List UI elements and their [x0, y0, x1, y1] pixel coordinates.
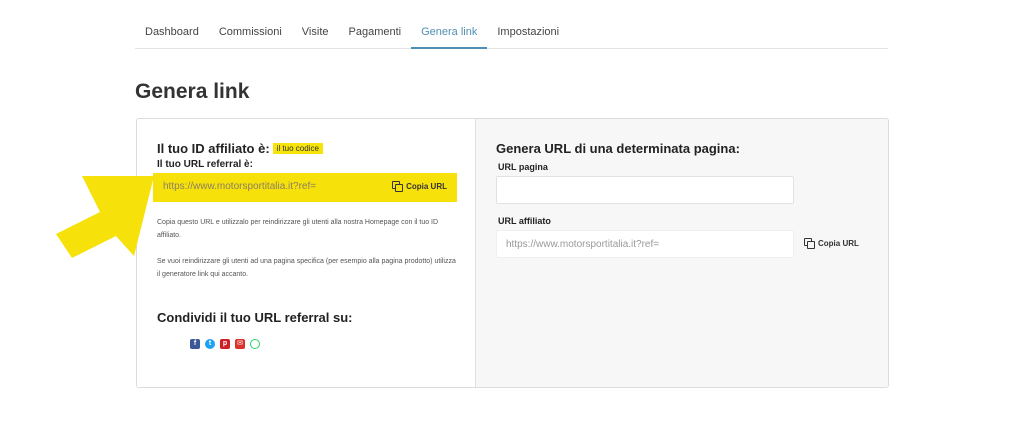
- generator-title: Genera URL di una determinata pagina:: [496, 141, 740, 156]
- tab-genera-link[interactable]: Genera link: [411, 18, 488, 49]
- page-title: Genera link: [135, 80, 250, 103]
- copy-referral-url-label: Copia URL: [406, 181, 447, 191]
- highlight-arrow-icon: [56, 176, 154, 258]
- main-tabs: Dashboard Commissioni Visite Pagamenti G…: [135, 18, 888, 49]
- whatsapp-icon[interactable]: [250, 339, 260, 349]
- referral-url-field[interactable]: https://www.motorsportitalia.it?ref=: [163, 181, 316, 192]
- homepage-help-text: Copia questo URL e utilizzalo per reindi…: [157, 219, 439, 239]
- tab-commissioni[interactable]: Commissioni: [209, 18, 292, 49]
- affiliate-url-field[interactable]: https://www.motorsportitalia.it?ref=: [496, 230, 794, 258]
- specific-page-help-text: Se vuoi reindirizzare gli utenti ad una …: [157, 258, 456, 278]
- social-share-icons: f t p ✉: [190, 339, 260, 349]
- facebook-icon[interactable]: f: [190, 339, 200, 349]
- referral-url-box: https://www.motorsportitalia.it?ref= Cop…: [153, 173, 457, 202]
- tab-visite[interactable]: Visite: [292, 18, 339, 49]
- copy-referral-url-button[interactable]: Copia URL: [392, 181, 447, 192]
- referral-panel: Il tuo ID affiliato è: il tuo codice Il t…: [137, 119, 475, 387]
- twitter-icon[interactable]: t: [205, 339, 215, 349]
- share-title: Condividi il tuo URL referral su:: [157, 310, 353, 325]
- page-url-input[interactable]: [496, 176, 794, 204]
- copy-icon: [392, 181, 404, 192]
- page-url-label: URL pagina: [498, 162, 548, 172]
- tab-dashboard[interactable]: Dashboard: [135, 18, 209, 49]
- tab-pagamenti[interactable]: Pagamenti: [339, 18, 412, 49]
- tab-impostazioni[interactable]: Impostazioni: [487, 18, 569, 49]
- copy-icon: [804, 238, 815, 249]
- copy-affiliate-url-label: Copia URL: [818, 238, 859, 248]
- pinterest-icon[interactable]: p: [220, 339, 230, 349]
- affiliate-url-label: URL affiliato: [498, 216, 551, 226]
- link-generator-card: Il tuo ID affiliato è: il tuo codice Il t…: [136, 118, 889, 388]
- affiliate-id-label: Il tuo ID affiliato è:: [157, 141, 270, 156]
- page-url-generator-panel: Genera URL di una determinata pagina: UR…: [475, 119, 888, 387]
- mail-icon[interactable]: ✉: [235, 339, 245, 349]
- referral-url-label: Il tuo URL referral è:: [157, 159, 253, 170]
- affiliate-id-code: il tuo codice: [272, 143, 323, 154]
- affiliate-id-title: Il tuo ID affiliato è: il tuo codice: [157, 141, 323, 156]
- copy-affiliate-url-button[interactable]: Copia URL: [804, 238, 859, 249]
